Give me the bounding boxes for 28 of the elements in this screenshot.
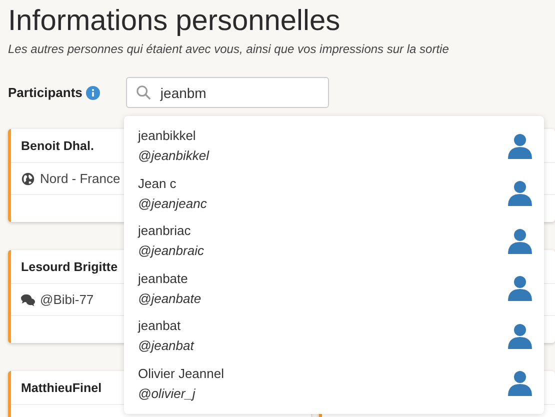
suggestion-item[interactable]: Jean c @jeanjeanc bbox=[124, 170, 544, 217]
participant-detail: @Bibi-77 bbox=[40, 292, 94, 307]
suggestion-handle: @jeanbate bbox=[138, 290, 202, 306]
suggestion-name: jeanbate bbox=[138, 270, 189, 286]
person-icon bbox=[508, 370, 532, 396]
person-icon bbox=[508, 228, 532, 254]
chat-icon bbox=[21, 292, 35, 306]
suggestion-handle: @jeanbikkel bbox=[138, 148, 210, 164]
suggestion-name: Jean c bbox=[138, 176, 178, 191]
search-field[interactable]: jeanbm bbox=[126, 77, 330, 108]
page-title: Informations personnelles bbox=[7, 4, 342, 39]
suggestion-handle: @jeanbat bbox=[138, 338, 196, 354]
person-icon bbox=[508, 180, 532, 206]
participant-detail: Nord - France bbox=[40, 171, 120, 186]
page-subtitle: Les autres personnes qui étaient avec vous, ainsi que vos impressions sur la sortie bbox=[7, 41, 450, 56]
search-icon bbox=[136, 85, 152, 100]
person-icon bbox=[508, 275, 532, 302]
suggestion-name: jeanbikkel bbox=[138, 128, 197, 144]
suggestion-name: jeanbat bbox=[138, 318, 182, 334]
globe-icon bbox=[21, 172, 35, 186]
suggestion-handle: @olivier_j bbox=[138, 386, 196, 401]
participants-label: Participants bbox=[8, 85, 82, 100]
suggestion-handle: @jeanjeanc bbox=[138, 196, 208, 211]
person-icon bbox=[508, 132, 532, 159]
info-icon[interactable] bbox=[86, 86, 100, 100]
suggestion-name: jeanbriac bbox=[138, 223, 192, 238]
person-icon bbox=[508, 322, 532, 349]
suggestion-item[interactable]: jeanbat @jeanbat bbox=[124, 312, 544, 360]
